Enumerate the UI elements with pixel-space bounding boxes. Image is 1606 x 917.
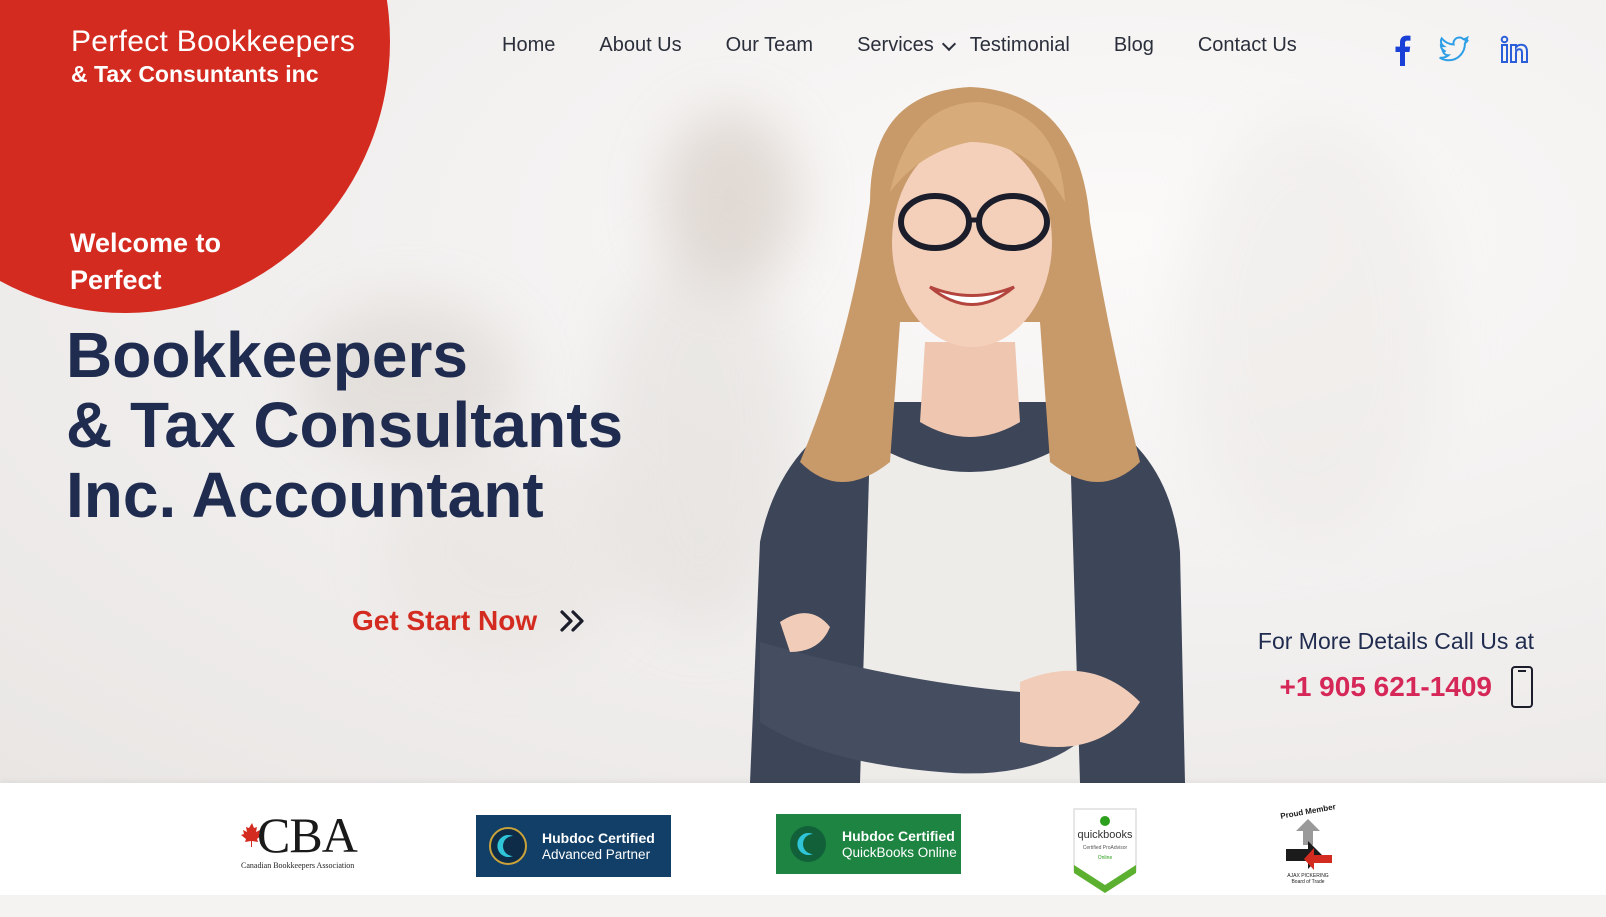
call-us-label: For More Details Call Us at	[1257, 628, 1534, 654]
linkedin-icon[interactable]	[1497, 32, 1533, 68]
hubdoc-quickbooks-badge[interactable]: Hubdoc Certified QuickBooks Online	[776, 814, 961, 874]
hubdoc-advanced-partner-badge[interactable]: Hubdoc Certified Advanced Partner	[476, 815, 671, 877]
mobile-phone-icon	[1510, 665, 1534, 709]
cta-label: Get Start Now	[352, 605, 538, 636]
headline-line-3: Inc. Accountant	[66, 459, 544, 531]
hubdoc-icon	[488, 826, 528, 866]
nav-our-team[interactable]: Our Team	[726, 34, 813, 57]
cba-logo[interactable]: CBA Canadian Bookkeepers Association	[241, 810, 361, 871]
nav-contact-us[interactable]: Contact Us	[1198, 34, 1297, 57]
quickbooks-proadvisor-badge[interactable]: quickbooks Certified ProAdvisor Online	[1070, 805, 1140, 895]
nav-about-us[interactable]: About Us	[599, 34, 681, 57]
page-bottom-strip	[0, 895, 1606, 917]
hubdoc-subtitle: QuickBooks Online	[842, 845, 957, 860]
quickbooks-wordmark: quickbooks	[1077, 829, 1133, 841]
nav-home[interactable]: Home	[502, 34, 555, 57]
get-start-now-button[interactable]: Get Start Now	[352, 605, 587, 637]
brand-logo[interactable]: Perfect Bookkeepers & Tax Consuntants in…	[71, 25, 355, 88]
phone-number-link[interactable]: +1 905 621-1409	[1279, 671, 1492, 703]
hubdoc-title: Hubdoc Certified	[542, 830, 655, 846]
brand-name: Perfect Bookkeepers	[71, 25, 356, 58]
proud-member-badge[interactable]: Proud Member AJAX PICKERING Board of Tra…	[1280, 802, 1337, 891]
cba-wordmark: CBA	[241, 810, 361, 860]
brand-tagline: & Tax Consuntants inc	[71, 61, 319, 87]
hero-person-image	[750, 87, 1185, 783]
quickbooks-subtitle: Certified ProAdvisor	[1082, 845, 1128, 851]
proud-member-bottom: AJAX PICKERING Board of Trade	[1287, 873, 1329, 885]
hero-section: Perfect Bookkeepers & Tax Consuntants in…	[0, 0, 1606, 783]
call-us-block: For More Details Call Us at +1 905 621-1…	[1258, 628, 1534, 709]
double-chevron-right-icon	[559, 609, 587, 633]
nav-blog[interactable]: Blog	[1114, 34, 1154, 57]
hero-headline: Bookkeepers & Tax Consultants Inc. Accou…	[66, 320, 623, 530]
facebook-icon[interactable]	[1384, 32, 1420, 68]
nav-testimonial[interactable]: Testimonial	[970, 34, 1070, 57]
twitter-icon[interactable]	[1436, 32, 1472, 68]
cba-subtitle: Canadian Bookkeepers Association	[241, 861, 355, 870]
headline-line-1: Bookkeepers	[66, 319, 468, 391]
hubdoc-subtitle: Advanced Partner	[542, 847, 651, 862]
certification-logos: CBA Canadian Bookkeepers Association Hub…	[0, 783, 1606, 895]
hubdoc-title: Hubdoc Certified	[842, 828, 955, 844]
chevron-down-icon	[941, 36, 956, 51]
nav-services-label: Services	[857, 34, 934, 56]
hubdoc-icon	[788, 824, 828, 864]
main-nav: Home About Us Our Team Services Testimon…	[502, 34, 1297, 57]
welcome-text: Welcome to Perfect	[70, 228, 222, 295]
headline-line-2: & Tax Consultants	[66, 389, 624, 461]
nav-services[interactable]: Services	[857, 34, 956, 57]
quickbooks-tag: Online	[1097, 855, 1113, 861]
